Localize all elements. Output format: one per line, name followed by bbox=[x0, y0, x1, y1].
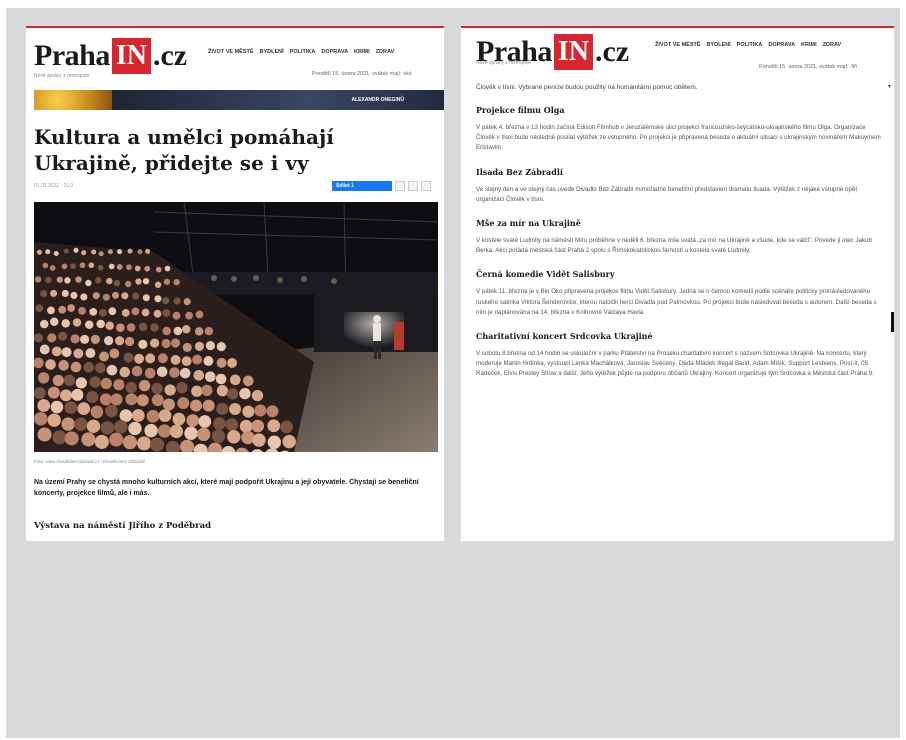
article-section: Černá komedie Vidět Salisbury V pátek 11… bbox=[476, 269, 886, 318]
section-text: Ve stejný den a ve stejný čas uvede Diva… bbox=[476, 185, 858, 203]
article-section: Projekce filmu Olga V pátek 4. března v … bbox=[476, 105, 886, 154]
logo-badge: IN bbox=[111, 38, 151, 74]
date-line: Pondělí 15. února 2021, svátek mají: Jiř… bbox=[759, 64, 858, 70]
top-accent-line bbox=[26, 26, 444, 28]
chevron-down-icon[interactable]: ▾ bbox=[888, 83, 891, 90]
theatre-audience-photo bbox=[34, 202, 438, 452]
logo-tagline: Nové zprávy z metropole bbox=[34, 73, 90, 79]
main-nav: ŽIVOT VE MĚSTĚ BYDLENÍ POLITIKA DOPRAVA … bbox=[655, 42, 841, 48]
article-screenshot-right: Praha IN .cz Nové zprávy z metropole ŽIV… bbox=[461, 26, 894, 541]
article-title: Kultura a umělci pomáhají Ukrajině, přid… bbox=[34, 125, 334, 175]
site-logo[interactable]: Praha IN .cz bbox=[34, 38, 187, 74]
article-screenshot-left: Praha IN .cz Nové zprávy z metropole ŽIV… bbox=[26, 26, 444, 541]
section-text: V kostele svaté Ludmily na náměstí Míru … bbox=[476, 237, 872, 255]
nav-item[interactable]: DOPRAVA bbox=[768, 42, 795, 48]
nav-item[interactable]: BYDLENÍ bbox=[707, 42, 731, 48]
share-icon[interactable] bbox=[395, 181, 405, 191]
section-heading: Projekce filmu Olga bbox=[476, 105, 565, 115]
article-section: Ilsada Bez Zábradlí Ve stejný den a ve s… bbox=[476, 167, 886, 205]
article-section: Charitativní koncert Srdcovka Ukrajiné V… bbox=[476, 331, 886, 380]
article-photo bbox=[34, 202, 438, 452]
nav-item[interactable]: BYDLENÍ bbox=[260, 49, 284, 55]
photo-caption: Foto: www.divadlobezzabradli.cz / Divadl… bbox=[34, 459, 145, 464]
share-bar: Sdílet 1 bbox=[332, 181, 431, 191]
nav-item[interactable]: KRIMI bbox=[354, 49, 370, 55]
banner-text: ALEXANDR ONEGINŮ bbox=[112, 90, 444, 110]
article-meta: 01.03.2022 · 21:0 bbox=[34, 183, 74, 189]
facebook-share-button[interactable]: Sdílet 1 bbox=[332, 181, 392, 191]
nav-item[interactable]: KRIMI bbox=[801, 42, 817, 48]
section-heading: Ilsada Bez Zábradlí bbox=[476, 166, 563, 177]
section-text: V sobotu 8.března od 14 hodin se uskuteč… bbox=[476, 350, 874, 378]
scrollbar-thumb[interactable] bbox=[891, 312, 894, 332]
nav-item[interactable]: POLITIKA bbox=[737, 42, 763, 48]
body-text: Člověk v tísni. Vybrané peníze budou pou… bbox=[476, 84, 698, 91]
top-accent-line bbox=[461, 26, 894, 28]
section-text: V pátek 11. března je v Bio Oko připrave… bbox=[476, 288, 877, 316]
section-heading: Mše za mír na Ukrajině bbox=[476, 218, 581, 229]
nav-item[interactable]: ŽIVOT VE MĚSTĚ bbox=[208, 49, 254, 55]
print-icon[interactable] bbox=[408, 181, 418, 191]
section-heading: Charitativní koncert Srdcovka Ukrajiné bbox=[476, 331, 653, 342]
nav-item[interactable]: POLITIKA bbox=[290, 49, 316, 55]
banner-gold-image bbox=[34, 90, 112, 110]
main-nav: ŽIVOT VE MĚSTĚ BYDLENÍ POLITIKA DOPRAVA … bbox=[208, 49, 394, 55]
section-text: V pátek 4. března v 13 hodin začíná Edis… bbox=[476, 124, 881, 152]
mail-icon[interactable] bbox=[421, 181, 431, 191]
date-line: Pondělí 15. února 2021, svátek mají: ská bbox=[312, 71, 412, 77]
logo-tagline: Nové zprávy z metropole bbox=[476, 60, 532, 66]
logo-domain: .cz bbox=[152, 39, 188, 72]
ad-banner[interactable]: ALEXANDR ONEGINŮ bbox=[34, 90, 444, 110]
article-perex: Na území Prahy se chystá mnoho kulturníc… bbox=[34, 479, 419, 497]
logo-badge: IN bbox=[553, 34, 593, 70]
section-heading: Výstava na náměstí Jiřího z Poděbrad bbox=[34, 521, 212, 531]
nav-item[interactable]: ZDRAV bbox=[376, 49, 395, 55]
logo-text: Praha bbox=[34, 39, 110, 72]
logo-domain: .cz bbox=[594, 35, 630, 68]
nav-item[interactable]: ZDRAV bbox=[823, 42, 842, 48]
article-section: Mše za mír na Ukrajině V kostele svaté L… bbox=[476, 218, 886, 256]
article-body: Člověk v tísni. Vybrané peníze budou pou… bbox=[476, 84, 886, 393]
nav-item[interactable]: ŽIVOT VE MĚSTĚ bbox=[655, 42, 701, 48]
nav-item[interactable]: DOPRAVA bbox=[321, 49, 348, 55]
section-heading: Černá komedie Vidět Salisbury bbox=[476, 269, 615, 280]
